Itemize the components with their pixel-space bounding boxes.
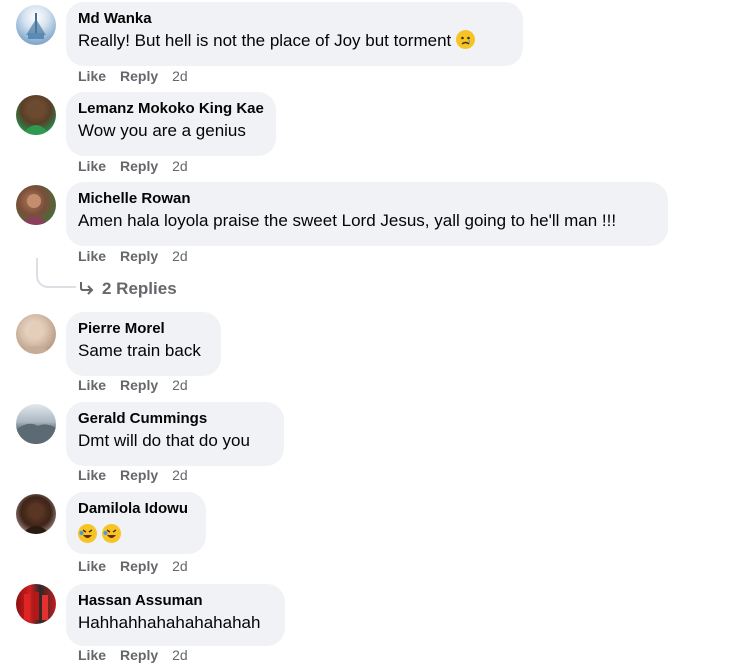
timestamp[interactable]: 2d xyxy=(172,248,188,264)
comment-bubble: Michelle Rowan Amen hala loyola praise t… xyxy=(66,182,668,246)
reply-button[interactable]: Reply xyxy=(120,467,158,483)
comment-bubble: Damilola Idowu xyxy=(66,492,206,554)
avatar[interactable] xyxy=(16,5,56,45)
timestamp[interactable]: 2d xyxy=(172,467,188,483)
comment-actions: Like Reply 2d xyxy=(78,467,188,483)
comment-actions: Like Reply 2d xyxy=(78,248,188,264)
avatar[interactable] xyxy=(16,95,56,135)
comment-text: Amen hala loyola praise the sweet Lord J… xyxy=(78,211,617,230)
comment-author[interactable]: Lemanz Mokoko King Kae xyxy=(78,100,264,118)
timestamp[interactable]: 2d xyxy=(172,158,188,174)
comment-bubble: Gerald Cummings Dmt will do that do you xyxy=(66,402,284,466)
comment-actions: Like Reply 2d xyxy=(78,377,188,393)
timestamp[interactable]: 2d xyxy=(172,558,188,574)
comment-bubble: Lemanz Mokoko King Kae Wow you are a gen… xyxy=(66,92,276,156)
comment-author[interactable]: Hassan Assuman xyxy=(78,592,273,610)
rolling-on-floor-laughing-emoji-icon xyxy=(101,524,121,543)
avatar[interactable] xyxy=(16,494,56,534)
avatar[interactable] xyxy=(16,584,56,624)
avatar[interactable] xyxy=(16,185,56,225)
comment-text: Dmt will do that do you xyxy=(78,431,250,450)
comment-author[interactable]: Damilola Idowu xyxy=(78,500,194,518)
comment-text xyxy=(78,524,194,546)
avatar[interactable] xyxy=(16,404,56,444)
comment-text: Really! But hell is not the place of Joy… xyxy=(78,30,511,52)
comment-bubble: Md Wanka Really! But hell is not the pla… xyxy=(66,2,523,66)
comment-bubble: Hassan Assuman Hahhahhahahahahahah xyxy=(66,584,285,646)
reply-button[interactable]: Reply xyxy=(120,68,158,84)
like-button[interactable]: Like xyxy=(78,467,106,483)
timestamp[interactable]: 2d xyxy=(172,647,188,663)
comment-actions: Like Reply 2d xyxy=(78,558,188,574)
view-replies-label: 2 Replies xyxy=(102,279,177,298)
reply-button[interactable]: Reply xyxy=(120,558,158,574)
view-replies-link[interactable]: 2 Replies xyxy=(78,278,177,300)
comment-author[interactable]: Michelle Rowan xyxy=(78,190,656,208)
comment-bubble: Pierre Morel Same train back xyxy=(66,312,221,376)
like-button[interactable]: Like xyxy=(78,68,106,84)
reply-button[interactable]: Reply xyxy=(120,248,158,264)
comment-actions: Like Reply 2d xyxy=(78,158,188,174)
comment-author[interactable]: Gerald Cummings xyxy=(78,410,272,428)
comment-text: Hahhahhahahahahahah xyxy=(78,613,261,632)
comment-author[interactable]: Md Wanka xyxy=(78,10,511,28)
reply-button[interactable]: Reply xyxy=(120,377,158,393)
timestamp[interactable]: 2d xyxy=(172,68,188,84)
like-button[interactable]: Like xyxy=(78,248,106,264)
comment-text: Wow you are a genius xyxy=(78,121,246,140)
like-button[interactable]: Like xyxy=(78,647,106,663)
thread-connector xyxy=(36,258,76,288)
reply-button[interactable]: Reply xyxy=(120,647,158,663)
sad-emoji-icon xyxy=(456,30,475,49)
reply-arrow-icon xyxy=(80,282,94,295)
reply-button[interactable]: Reply xyxy=(120,158,158,174)
like-button[interactable]: Like xyxy=(78,558,106,574)
comment-actions: Like Reply 2d xyxy=(78,647,188,663)
comment-text: Same train back xyxy=(78,341,201,360)
comment-actions: Like Reply 2d xyxy=(78,68,188,84)
like-button[interactable]: Like xyxy=(78,377,106,393)
comment-author[interactable]: Pierre Morel xyxy=(78,320,209,338)
avatar[interactable] xyxy=(16,314,56,354)
timestamp[interactable]: 2d xyxy=(172,377,188,393)
like-button[interactable]: Like xyxy=(78,158,106,174)
rolling-on-floor-laughing-emoji-icon xyxy=(78,524,97,543)
